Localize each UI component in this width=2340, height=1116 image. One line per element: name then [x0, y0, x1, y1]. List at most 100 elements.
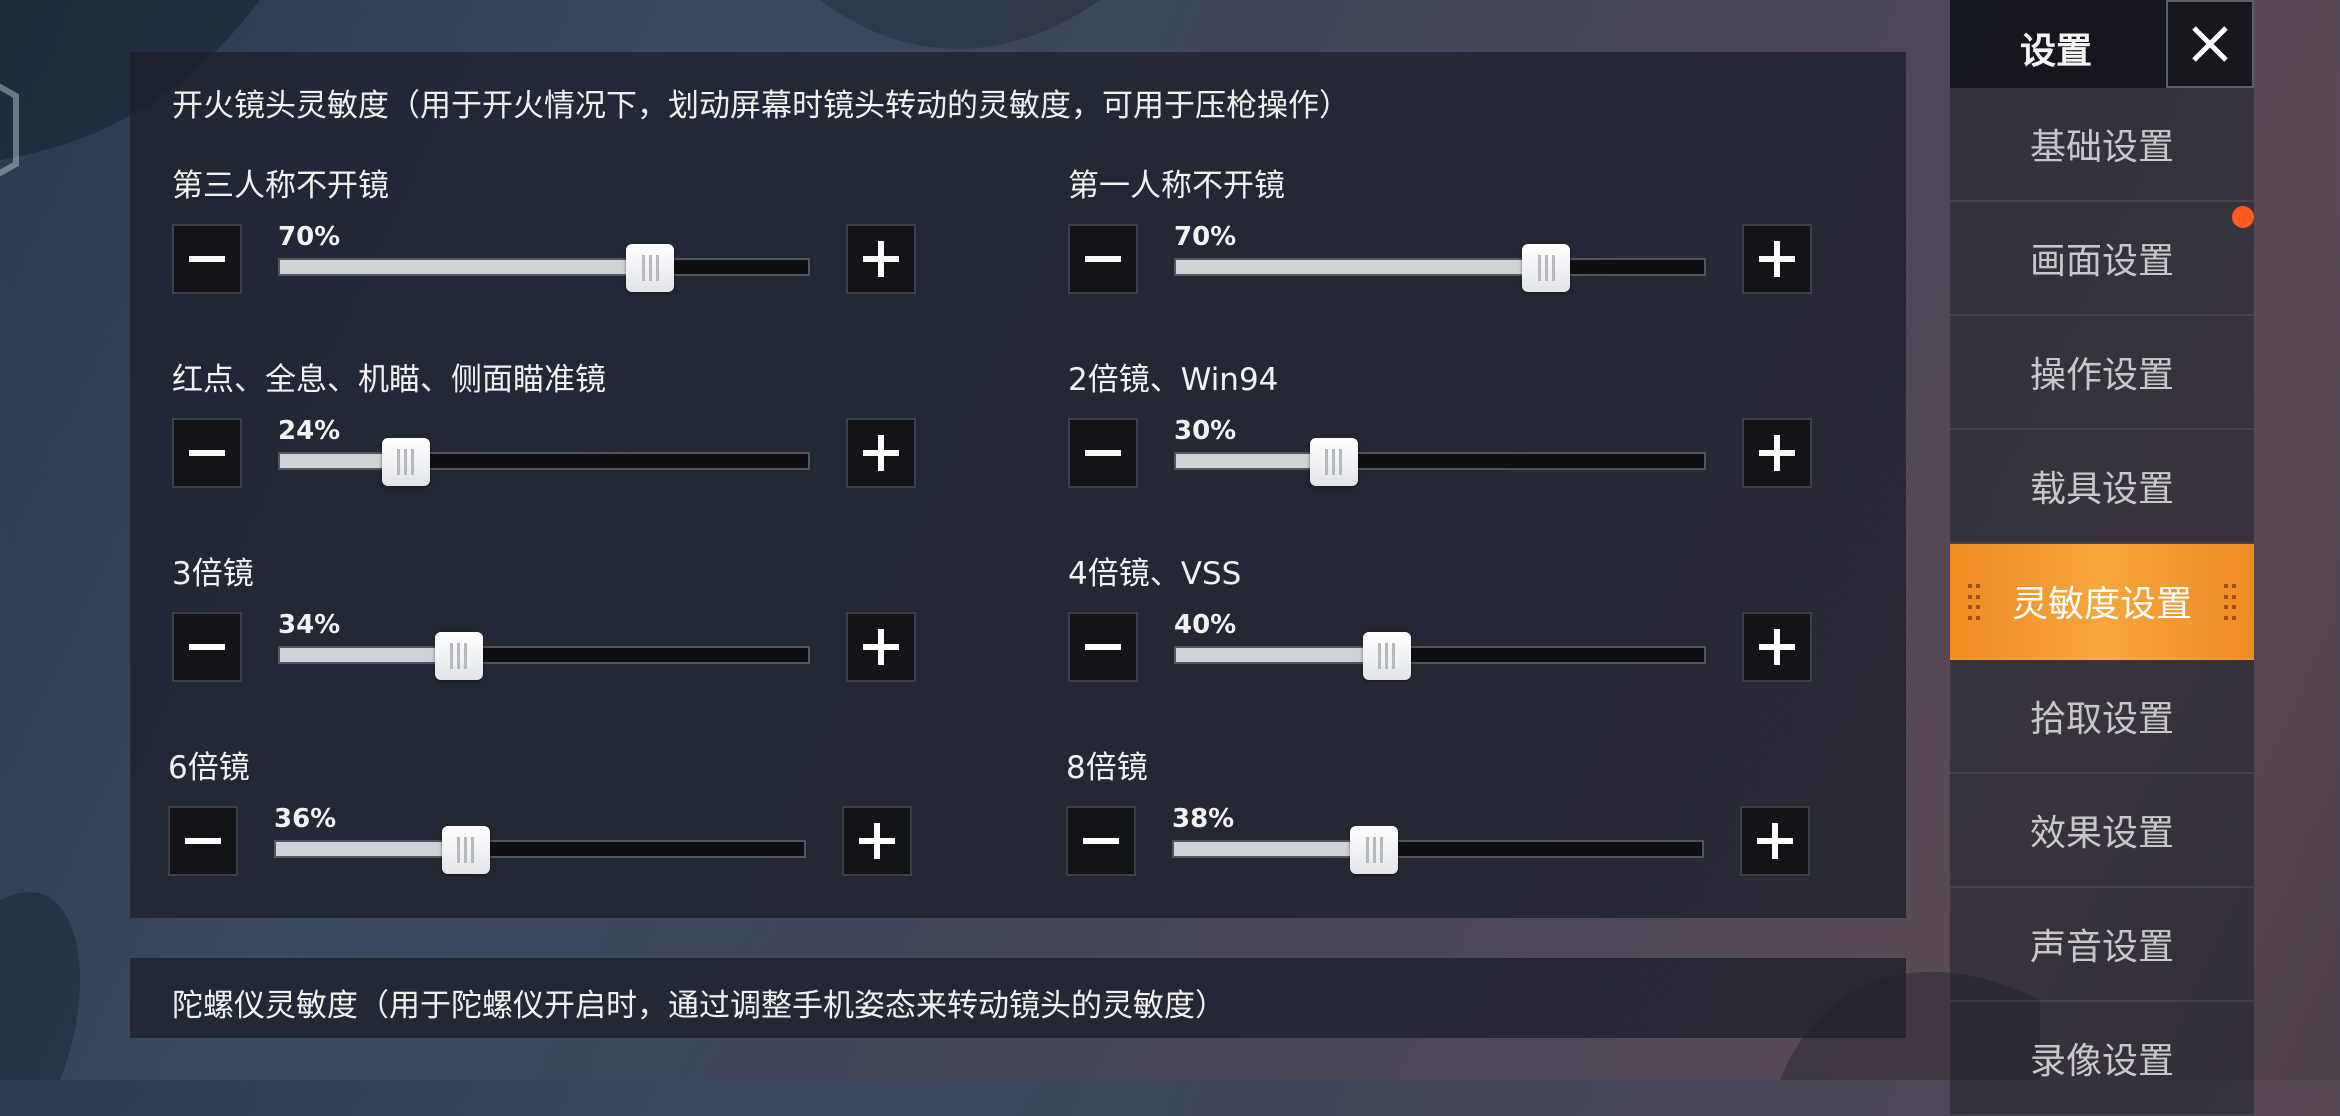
slider-handle[interactable]: [1522, 244, 1571, 292]
decrease-button[interactable]: [172, 612, 242, 682]
slider-handle[interactable]: [626, 244, 675, 292]
slider-handle[interactable]: [434, 632, 483, 680]
slider-track[interactable]: [1174, 258, 1706, 276]
plus-icon: [1759, 435, 1795, 471]
sensitivity-group-7: 8倍镜 38%: [1024, 742, 1810, 932]
slider-value: 36%: [274, 804, 337, 834]
notification-badge: [2232, 206, 2254, 228]
slider-fill: [1174, 842, 1375, 856]
sidebar-item-sound[interactable]: 声音设置: [1950, 888, 2254, 1002]
plus-icon: [863, 629, 899, 665]
sensitivity-group-1: 第一人称不开镜 70%: [1026, 160, 1812, 350]
slider-track[interactable]: [278, 646, 810, 664]
slider-handle[interactable]: [1350, 826, 1399, 874]
slider-value: 30%: [1174, 416, 1237, 446]
decrease-button[interactable]: [1068, 612, 1138, 682]
close-icon: [2192, 26, 2228, 62]
increase-button[interactable]: [1742, 224, 1812, 294]
increase-button[interactable]: [846, 418, 916, 488]
minus-icon: [189, 450, 225, 456]
slider-value: 70%: [278, 222, 341, 252]
slider-label: 6倍镜: [168, 750, 250, 786]
sidebar-title: 设置: [2020, 31, 2093, 72]
increase-button[interactable]: [846, 224, 916, 294]
sidebar-item-label: 效果设置: [2029, 813, 2174, 854]
sidebar-item-label: 灵敏度设置: [2011, 584, 2192, 625]
slider-label: 8倍镜: [1066, 750, 1148, 786]
plus-icon: [863, 435, 899, 471]
minus-icon: [189, 644, 225, 650]
hexagon-decoration: [0, 83, 19, 177]
sidebar-item-pickup[interactable]: 拾取设置: [1950, 660, 2254, 774]
minus-icon: [1083, 838, 1119, 844]
decrease-button[interactable]: [1068, 224, 1138, 294]
plus-icon: [1757, 823, 1793, 859]
gyroscope-sensitivity-panel: 陀螺仪灵敏度（用于陀螺仪开启时，通过调整手机姿态来转动镜头的灵敏度）: [130, 958, 1906, 1038]
sensitivity-group-6: 6倍镜 36%: [126, 742, 912, 932]
slider-track[interactable]: [274, 840, 806, 858]
increase-button[interactable]: [846, 612, 916, 682]
slider-handle[interactable]: [441, 826, 490, 874]
sidebar-item-effects[interactable]: 效果设置: [1950, 774, 2254, 888]
sidebar-item-label: 声音设置: [2029, 927, 2174, 968]
grip-dots-icon: [2224, 584, 2236, 622]
slider-track[interactable]: [1172, 840, 1704, 858]
sidebar-item-recording[interactable]: 录像设置: [1950, 1002, 2254, 1116]
sidebar-item-basic[interactable]: 基础设置: [1950, 88, 2254, 202]
sidebar-item-label: 操作设置: [2029, 355, 2174, 396]
plus-icon: [859, 823, 895, 859]
decrease-button[interactable]: [168, 806, 238, 876]
fire-camera-sensitivity-panel: 开火镜头灵敏度（用于开火情况下，划动屏幕时镜头转动的灵敏度，可用于压枪操作） 第…: [130, 52, 1906, 918]
slider-value: 70%: [1174, 222, 1237, 252]
slider-track[interactable]: [278, 452, 810, 470]
plus-icon: [1759, 241, 1795, 277]
minus-icon: [189, 256, 225, 262]
slider-fill: [1176, 648, 1388, 662]
sensitivity-group-2: 红点、全息、机瞄、侧面瞄准镜 24%: [130, 354, 916, 544]
slider-label: 4倍镜、VSS: [1068, 556, 1242, 592]
increase-button[interactable]: [1742, 612, 1812, 682]
slider-label: 2倍镜、Win94: [1068, 362, 1279, 398]
close-button[interactable]: [2166, 0, 2254, 88]
slider-fill: [280, 260, 650, 274]
decrease-button[interactable]: [172, 418, 242, 488]
slider-fill: [280, 648, 460, 662]
sensitivity-group-0: 第三人称不开镜 70%: [130, 160, 916, 350]
minus-icon: [185, 838, 221, 844]
sensitivity-group-5: 4倍镜、VSS 40%: [1026, 548, 1812, 738]
decrease-button[interactable]: [1068, 418, 1138, 488]
slider-value: 24%: [278, 416, 341, 446]
minus-icon: [1085, 450, 1121, 456]
slider-handle[interactable]: [381, 438, 430, 486]
increase-button[interactable]: [1742, 418, 1812, 488]
minus-icon: [1085, 256, 1121, 262]
decrease-button[interactable]: [172, 224, 242, 294]
sidebar-item-label: 载具设置: [2029, 469, 2174, 510]
sidebar-item-label: 拾取设置: [2029, 699, 2174, 740]
slider-value: 40%: [1174, 610, 1237, 640]
sidebar-item-graphics[interactable]: 画面设置: [1950, 202, 2254, 316]
sidebar-item-vehicle[interactable]: 载具设置: [1950, 430, 2254, 544]
slider-label: 3倍镜: [172, 556, 254, 592]
settings-sidebar: 设置 基础设置 画面设置 操作设置 载具设置 灵敏度设置 拾取设置 效果设置 声…: [1950, 0, 2254, 1116]
slider-fill: [1176, 260, 1546, 274]
sensitivity-group-3: 2倍镜、Win94 30%: [1026, 354, 1812, 544]
slider-fill: [276, 842, 467, 856]
increase-button[interactable]: [1740, 806, 1810, 876]
minus-icon: [1085, 644, 1121, 650]
grip-dots-icon: [1968, 584, 1980, 622]
sidebar-item-label: 录像设置: [2029, 1041, 2174, 1082]
slider-track[interactable]: [278, 258, 810, 276]
increase-button[interactable]: [842, 806, 912, 876]
sidebar-item-sensitivity[interactable]: 灵敏度设置: [1950, 544, 2254, 660]
panel-title: 开火镜头灵敏度（用于开火情况下，划动屏幕时镜头转动的灵敏度，可用于压枪操作）: [172, 88, 1350, 124]
slider-handle[interactable]: [1362, 632, 1411, 680]
slider-handle[interactable]: [1309, 438, 1358, 486]
panel-title: 陀螺仪灵敏度（用于陀螺仪开启时，通过调整手机姿态来转动镜头的灵敏度）: [172, 988, 1226, 1024]
sidebar-item-controls[interactable]: 操作设置: [1950, 316, 2254, 430]
slider-track[interactable]: [1174, 646, 1706, 664]
slider-track[interactable]: [1174, 452, 1706, 470]
slider-label: 红点、全息、机瞄、侧面瞄准镜: [172, 362, 606, 398]
sidebar-header: 设置: [1950, 0, 2254, 88]
decrease-button[interactable]: [1066, 806, 1136, 876]
